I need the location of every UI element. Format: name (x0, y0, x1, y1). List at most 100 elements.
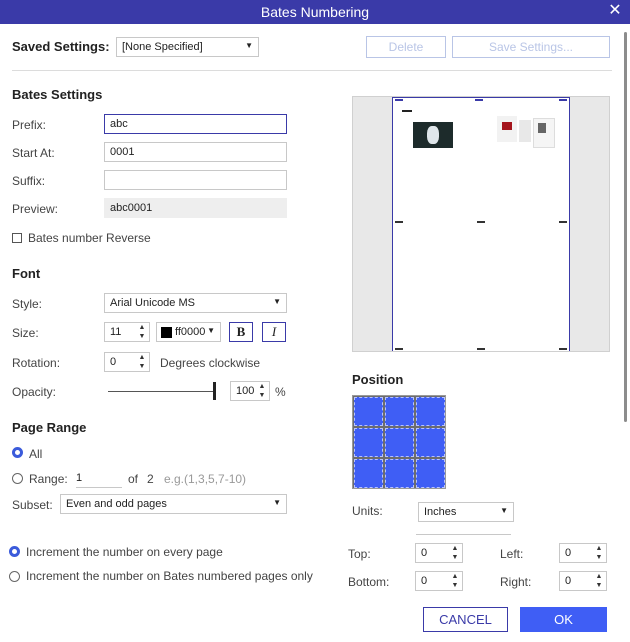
increment-every-label: Increment the number on every page (26, 545, 223, 559)
scrollbar[interactable] (624, 32, 627, 422)
position-bottom-right[interactable] (416, 459, 445, 488)
bates-marker (395, 348, 403, 350)
subset-select[interactable]: Even and odd pages ▼ (60, 494, 287, 514)
opacity-stepper[interactable]: 100 ▲ ▼ (230, 381, 270, 401)
increment-every-radio[interactable] (9, 546, 20, 557)
total-pages: 2 (147, 472, 154, 486)
rotation-value: 0 (110, 356, 117, 368)
preview-image (533, 118, 555, 148)
prefix-input[interactable]: abc (104, 114, 287, 134)
preview-text-line (402, 110, 412, 112)
bold-button[interactable]: B (229, 322, 253, 342)
range-input[interactable]: 1 (76, 472, 122, 488)
saved-settings-label: Saved Settings: (12, 39, 110, 54)
preview-image-figure (427, 126, 439, 144)
font-heading: Font (12, 266, 41, 281)
position-top-right[interactable] (416, 397, 445, 426)
rotation-label: Rotation: (12, 356, 61, 370)
font-color-value: ff0000 (175, 326, 206, 338)
position-grid (352, 395, 446, 489)
preview-page (392, 97, 570, 351)
bottom-label: Bottom: (348, 575, 390, 589)
position-middle-right[interactable] (416, 428, 445, 457)
range-all-radio[interactable] (12, 447, 23, 458)
ok-button[interactable]: OK (520, 607, 607, 632)
font-color-select[interactable]: ff0000 ▼ (156, 322, 221, 342)
opacity-slider-handle[interactable] (213, 382, 216, 400)
saved-settings-value: [None Specified] (122, 41, 203, 53)
bates-marker (395, 221, 403, 223)
close-icon[interactable]: ✕ (606, 1, 624, 21)
bates-marker (477, 221, 485, 223)
delete-button[interactable]: Delete (366, 36, 446, 58)
font-size-value: 11 (110, 326, 122, 338)
window-title: Bates Numbering (260, 4, 370, 20)
range-custom-radio[interactable] (12, 473, 23, 484)
subset-value: Even and odd pages (66, 498, 167, 510)
stepper-arrows-icon[interactable]: ▲ ▼ (137, 353, 147, 371)
cancel-button[interactable]: CANCEL (423, 607, 508, 632)
preview-image (519, 120, 531, 142)
font-style-select[interactable]: Arial Unicode MS ▼ (104, 293, 287, 313)
bates-marker (559, 99, 567, 101)
right-stepper[interactable]: 0 ▲ ▼ (559, 571, 607, 591)
italic-button[interactable]: I (262, 322, 286, 342)
page-range-heading: Page Range (12, 420, 87, 435)
opacity-unit: % (275, 385, 286, 399)
stepper-arrows-icon[interactable]: ▲ ▼ (450, 572, 460, 590)
divider (416, 534, 511, 535)
position-top-left[interactable] (354, 397, 383, 426)
position-bottom-left[interactable] (354, 459, 383, 488)
increment-bates-label: Increment the number on Bates numbered p… (26, 569, 313, 583)
position-middle-left[interactable] (354, 428, 383, 457)
bates-marker (475, 99, 483, 101)
position-middle-center[interactable] (385, 428, 414, 457)
font-style-value: Arial Unicode MS (110, 297, 195, 309)
opacity-slider[interactable] (108, 391, 216, 392)
chevron-down-icon: ▼ (245, 41, 253, 50)
prefix-label: Prefix: (12, 118, 47, 132)
start-at-input[interactable]: 0001 (104, 142, 287, 162)
top-stepper[interactable]: 0 ▲ ▼ (415, 543, 463, 563)
position-bottom-center[interactable] (385, 459, 414, 488)
left-stepper[interactable]: 0 ▲ ▼ (559, 543, 607, 563)
left-label: Left: (500, 547, 524, 561)
left-value: 0 (565, 547, 572, 559)
stepper-arrows-icon[interactable]: ▲ ▼ (594, 544, 604, 562)
suffix-input[interactable] (104, 170, 287, 190)
saved-settings-select[interactable]: [None Specified] ▼ (116, 37, 259, 57)
reverse-checkbox[interactable] (12, 233, 22, 243)
right-label: Right: (500, 575, 532, 589)
units-select[interactable]: Inches ▼ (418, 502, 514, 522)
color-swatch-icon (161, 327, 172, 338)
rotation-unit: Degrees clockwise (160, 356, 261, 370)
range-all-label: All (29, 447, 43, 461)
size-label: Size: (12, 326, 39, 340)
font-size-stepper[interactable]: 11 ▲ ▼ (104, 322, 150, 342)
rotation-stepper[interactable]: 0 ▲ ▼ (104, 352, 150, 372)
chevron-down-icon: ▼ (207, 326, 215, 335)
right-value: 0 (565, 575, 572, 587)
style-label: Style: (12, 297, 43, 311)
position-top-center[interactable] (385, 397, 414, 426)
bates-marker (559, 221, 567, 223)
position-heading: Position (352, 372, 404, 387)
subset-label: Subset: (12, 498, 53, 512)
stepper-arrows-icon[interactable]: ▲ ▼ (450, 544, 460, 562)
opacity-label: Opacity: (12, 385, 57, 399)
preview-image (413, 122, 453, 148)
range-label: Range: (29, 472, 68, 486)
preview-image (497, 116, 517, 142)
save-settings-button[interactable]: Save Settings... (452, 36, 610, 58)
chevron-down-icon: ▼ (500, 506, 508, 515)
range-hint: e.g.(1,3,5,7-10) (164, 472, 247, 486)
reverse-label: Bates number Reverse (28, 231, 151, 245)
chevron-down-icon: ▼ (273, 297, 281, 306)
stepper-arrows-icon[interactable]: ▲ ▼ (257, 382, 267, 400)
increment-bates-radio[interactable] (9, 571, 20, 582)
title-bar: Bates Numbering ✕ (0, 0, 630, 24)
stepper-arrows-icon[interactable]: ▲ ▼ (594, 572, 604, 590)
bottom-stepper[interactable]: 0 ▲ ▼ (415, 571, 463, 591)
stepper-arrows-icon[interactable]: ▲ ▼ (137, 323, 147, 341)
bates-marker (395, 99, 403, 101)
